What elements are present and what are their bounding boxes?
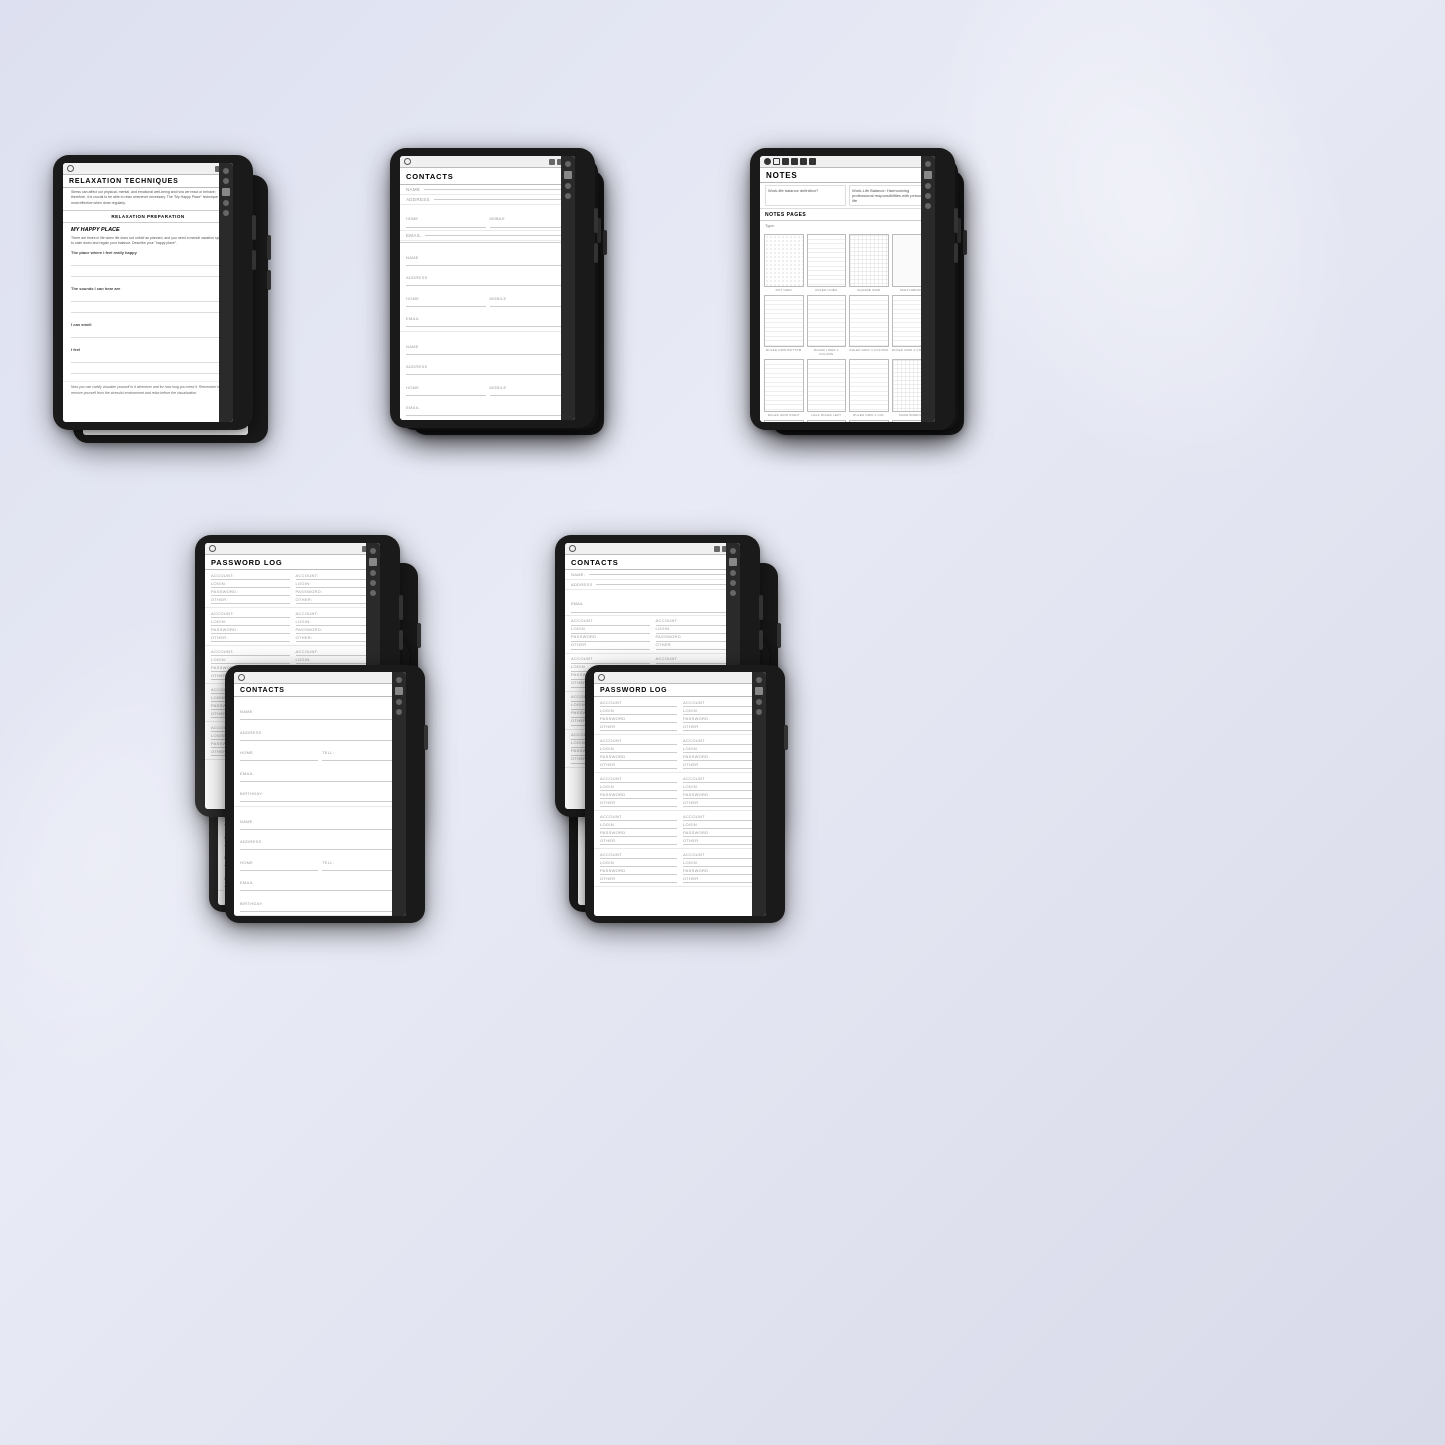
group-bottom-right: CONTACTS NAME: ADDRESS PASSWORD LOG ACCO… xyxy=(555,535,835,925)
nt-item: RULED GRID RIGHT xyxy=(764,359,804,417)
nt-item: RULED GRID xyxy=(764,420,804,422)
nt-item: RULED GRID 4 COLUMN xyxy=(849,295,889,357)
relax-prep-label: RELAXATION PREPARATION xyxy=(63,210,233,223)
relax-desc: Stress can affect our physical, mental, … xyxy=(63,188,233,208)
side-nav-br-pw xyxy=(752,672,766,916)
device-bl-contacts-front: CONTACTS NAME ADDRESS HOME TELL: EMAIL B… xyxy=(225,665,425,923)
relax-happy-place: MY HAPPY PLACE xyxy=(63,225,233,234)
group-notes: NOTES PAGES DOT GRID RULED SQUARE SKETCH… xyxy=(750,148,1030,458)
contacts-title-main: CONTACTS xyxy=(400,168,575,185)
group-contacts-mid: PASSWORD LOG ACCOUNT ACCOUNT LOGIN LOGIN… xyxy=(390,148,630,458)
nt-item: HALF RULED LEFT xyxy=(807,359,847,417)
device-br-pw-front: PASSWORD LOG ACCOUNT ACCOUNT LOGIN LOGIN… xyxy=(585,665,785,923)
group-relaxation: RELAXATION TECHNIQUES RELAXATION PREPARA… xyxy=(53,155,283,455)
nt-item: RULED GRID BOTTOM xyxy=(764,295,804,357)
pw-br-front-title: PASSWORD LOG xyxy=(594,684,766,697)
device-cm-main: CONTACTS NAME ADDRESS HOME MOBILE xyxy=(390,148,595,428)
device-relax-main: RELAXATION TECHNIQUES Stress can affect … xyxy=(53,155,253,430)
nt-item: RULED LINES 2 COLUMN xyxy=(807,295,847,357)
nt-item: DOT GRID xyxy=(764,234,804,292)
contacts-br-main-title: CONTACTS xyxy=(565,555,740,570)
device-notes-main: NOTES Work-life balance definition? Work… xyxy=(750,148,955,430)
group-bottom-left: PASSWORD LOG ACCOUNT: ACCOUNT: LOGIN: LO… xyxy=(195,535,475,925)
pw-bl-main-title: PASSWORD LOG xyxy=(205,555,380,570)
nt-item: TABLE W/ MARGIN xyxy=(807,420,847,422)
nt-item: RULED LINES xyxy=(807,234,847,292)
side-nav-bl-contacts xyxy=(392,672,406,916)
notes-title-main: NOTES xyxy=(760,168,935,183)
nt-item: RULED GRID 2 COL xyxy=(849,359,889,417)
contacts-bl-front-title: CONTACTS xyxy=(234,684,406,697)
side-nav-relax xyxy=(219,163,233,422)
relax-title-main: RELAXATION TECHNIQUES xyxy=(63,175,233,188)
side-nav-contacts-mid xyxy=(561,156,575,420)
nt-item: TABLE 4 COL xyxy=(849,420,889,422)
nt-item: SQUARE GRID xyxy=(849,234,889,292)
side-nav-notes xyxy=(921,156,935,422)
